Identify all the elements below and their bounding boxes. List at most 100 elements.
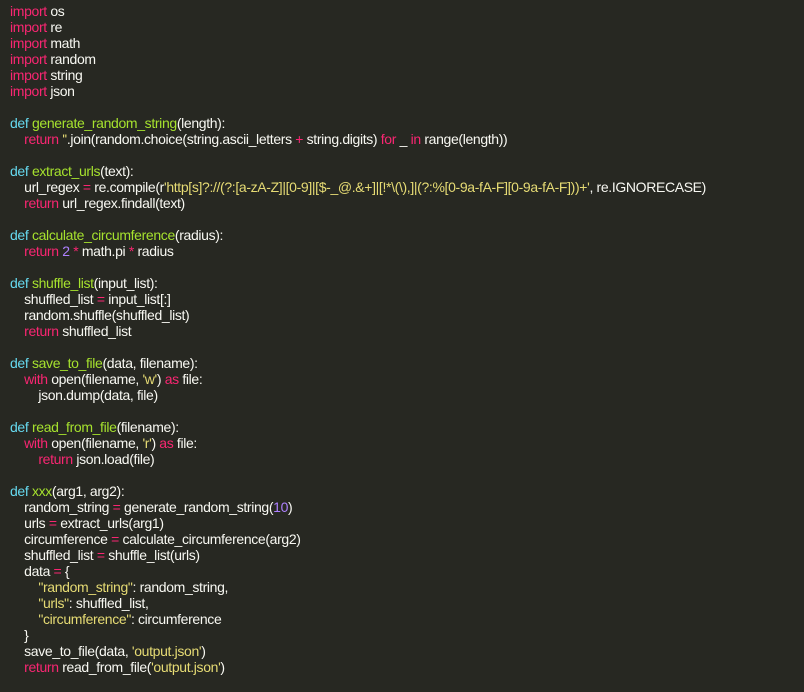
code-line: def extract_urls(text): <box>10 163 804 179</box>
code-token: shuffled_list <box>10 547 97 563</box>
code-token: random.shuffle(shuffled_list) <box>10 307 190 323</box>
code-token: circumference <box>10 531 112 547</box>
code-token: input_list[:] <box>104 291 171 307</box>
code-token: shuffle_list(urls) <box>104 547 200 563</box>
code-token: url_regex.findall(text) <box>58 195 185 211</box>
code-token: : shuffled_list, <box>68 595 149 611</box>
code-token: generate_random_string <box>31 115 177 131</box>
code-token: 'http[s]?://(?:[a-zA-Z]|[0-9]|[$-_@.&+]|… <box>164 179 590 195</box>
code-token: 'w' <box>142 371 157 387</box>
code-token: (input_list): <box>93 275 158 291</box>
code-token: def <box>10 275 29 291</box>
code-line: return 2 * math.pi * radius <box>10 243 804 259</box>
code-token: { <box>61 563 70 579</box>
code-token: ) <box>201 643 206 659</box>
code-token: ) <box>156 371 165 387</box>
code-token: return <box>24 323 59 339</box>
code-line: json.dump(data, file) <box>10 387 804 403</box>
code-token: generate_random_string( <box>120 499 274 515</box>
code-token: def <box>10 355 29 371</box>
code-token: = <box>111 531 119 547</box>
code-token: json.load(file) <box>72 451 155 467</box>
code-token: return <box>24 131 59 147</box>
code-token: xxx <box>31 483 52 499</box>
code-token: import <box>10 35 47 51</box>
code-editor[interactable]: import os import re import math import rand… <box>0 0 804 692</box>
code-token: (filename): <box>116 419 180 435</box>
code-line: return json.load(file) <box>10 451 804 467</box>
code-token: save_to_file <box>31 355 103 371</box>
code-token: return <box>24 243 59 259</box>
code-token: re <box>46 19 63 35</box>
code-token: string <box>46 67 83 83</box>
code-token: , re.IGNORECASE) <box>589 179 706 195</box>
code-token: shuffled_list <box>10 291 97 307</box>
code-token: as <box>159 435 174 451</box>
code-token: return <box>38 451 73 467</box>
code-token: def <box>10 163 29 179</box>
code-token: import <box>10 67 47 83</box>
code-token: open(filename, <box>47 371 143 387</box>
code-token: = <box>96 291 105 307</box>
code-line: urls = extract_urls(arg1) <box>10 515 804 531</box>
code-token: import <box>10 51 47 67</box>
code-token: json <box>46 83 75 99</box>
code-line: def generate_random_string(length): <box>10 115 804 131</box>
code-token: string.digits) <box>303 131 381 147</box>
code-token: calculate_circumference(arg2) <box>118 531 301 547</box>
code-token: for <box>380 131 397 147</box>
code-token: as <box>164 371 179 387</box>
code-line: circumference = calculate_circumference(… <box>10 531 804 547</box>
code-line: import re <box>10 19 804 35</box>
code-token: range(length)) <box>420 131 508 147</box>
code-token: file: <box>173 435 197 451</box>
code-token: _ <box>396 131 411 147</box>
code-line: shuffled_list = input_list[:] <box>10 291 804 307</box>
code-token: in <box>410 131 422 147</box>
code-line: import random <box>10 51 804 67</box>
code-token: = <box>48 515 57 531</box>
code-token: extract_urls <box>31 163 101 179</box>
code-token: math <box>46 35 81 51</box>
code-line: import json <box>10 83 804 99</box>
code-token: read_from_file( <box>58 659 152 675</box>
code-token: 10 <box>273 499 289 515</box>
code-token: } <box>10 627 29 643</box>
code-line: data = { <box>10 563 804 579</box>
code-token: = <box>82 179 91 195</box>
code-token: (data, filename): <box>102 355 199 371</box>
code-line: def xxx(arg1, arg2): <box>10 483 804 499</box>
code-line: def calculate_circumference(radius): <box>10 227 804 243</box>
code-token: (radius): <box>174 227 224 243</box>
code-line: return read_from_file('output.json') <box>10 659 804 675</box>
code-token: return <box>24 195 59 211</box>
code-token: json.dump(data, file) <box>10 387 158 403</box>
code-line: "circumference": circumference <box>10 611 804 627</box>
code-token: math.pi <box>78 243 129 259</box>
code-line: with open(filename, 'r') as file: <box>10 435 804 451</box>
code-token: + <box>295 131 304 147</box>
code-line: import math <box>10 35 804 51</box>
code-line: return url_regex.findall(text) <box>10 195 804 211</box>
code-token: data <box>10 563 54 579</box>
code-token: (text): <box>100 163 134 179</box>
code-token: url_regex <box>10 179 83 195</box>
code-token: import <box>10 3 47 19</box>
code-token: 'output.json' <box>151 659 221 675</box>
code-token: calculate_circumference <box>31 227 175 243</box>
code-token: = <box>96 547 105 563</box>
code-token: 'output.json' <box>131 643 202 659</box>
